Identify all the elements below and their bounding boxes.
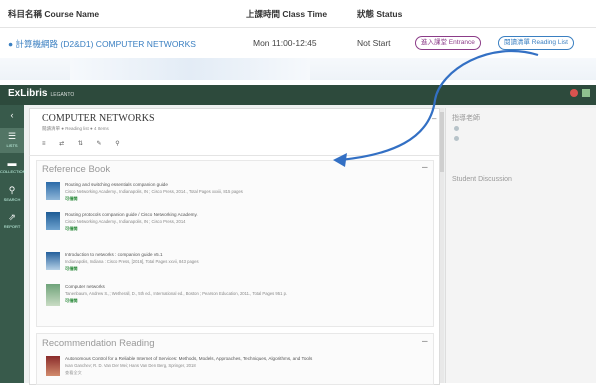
annotation-arrow xyxy=(333,49,539,167)
